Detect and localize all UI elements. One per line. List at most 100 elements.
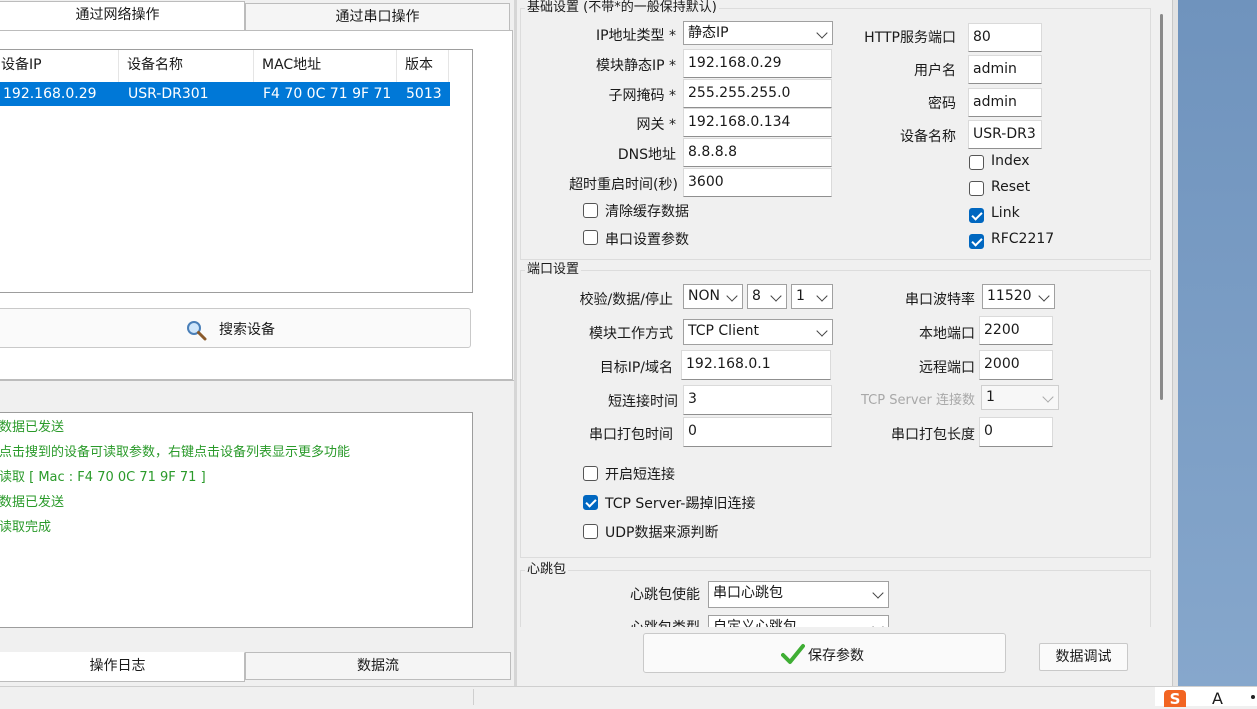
static-ip-label: 模块静态IP * <box>595 58 676 74</box>
mode-label: 模块工作方式 <box>589 326 673 342</box>
tcp-server-conn-value: 1 <box>986 389 995 405</box>
username-label: 用户名 <box>914 63 956 79</box>
link-label: Link <box>991 205 1020 221</box>
reset-checkbox[interactable] <box>969 181 984 196</box>
device-name-label: 设备名称 <box>900 129 956 145</box>
operation-log[interactable]: 数据已发送 点击搜到的设备可读取参数，右键点击设备列表显示更多功能 读取 [ M… <box>0 412 473 628</box>
chevron-down-icon <box>816 290 828 302</box>
short-conn-time-label: 短连接时间 <box>608 394 678 410</box>
rfc2217-checkbox[interactable] <box>969 234 984 249</box>
kick-old-checkbox[interactable] <box>583 495 598 510</box>
baud-select[interactable]: 11520 <box>982 284 1055 309</box>
chevron-down-icon <box>872 587 884 599</box>
target-field[interactable]: 192.168.0.1 <box>681 350 831 380</box>
heartbeat-enable-select[interactable]: 串口心跳包 <box>708 581 889 608</box>
chevron-down-icon <box>1038 290 1050 302</box>
log-line: 点击搜到的设备可读取参数，右键点击设备列表显示更多功能 <box>0 445 351 460</box>
gateway-field[interactable]: 192.168.0.134 <box>683 108 832 137</box>
ip-type-value: 静态IP <box>688 25 729 41</box>
heartbeat-type-select[interactable]: 自定义心跳包 <box>708 615 889 627</box>
data-debug-button[interactable]: 数据调试 <box>1039 643 1128 671</box>
remote-port-field[interactable]: 2000 <box>979 350 1053 380</box>
dns-field[interactable]: 8.8.8.8 <box>683 138 832 167</box>
username-field[interactable]: admin <box>968 55 1042 84</box>
tab-data-stream[interactable]: 数据流 <box>245 652 511 680</box>
port-settings-title: 端口设置 <box>525 262 582 278</box>
stop-bits-select[interactable]: 1 <box>791 284 833 309</box>
data-bits-value: 8 <box>752 288 761 304</box>
tab-network-operation[interactable]: 通过网络操作 <box>0 1 245 31</box>
port-settings-group <box>520 270 1151 558</box>
serial-params-label: 串口设置参数 <box>605 232 689 248</box>
scrollbar-thumb[interactable] <box>1160 14 1163 400</box>
parity-select[interactable]: NON <box>683 284 743 309</box>
col-header-ip[interactable]: 设备IP <box>0 50 119 82</box>
heartbeat-title: 心跳包 <box>525 562 569 578</box>
ip-type-select[interactable]: 静态IP <box>683 21 833 45</box>
tab-operation-log[interactable]: 操作日志 <box>0 652 245 682</box>
clear-cache-checkbox[interactable] <box>583 203 598 218</box>
save-params-label: 保存参数 <box>808 648 864 664</box>
vertical-scrollbar[interactable] <box>1157 8 1165 628</box>
pack-len-field[interactable]: 0 <box>979 417 1053 447</box>
local-port-field[interactable]: 2200 <box>979 316 1053 345</box>
short-conn-time-field[interactable]: 3 <box>683 385 832 415</box>
index-checkbox[interactable] <box>969 155 984 170</box>
link-checkbox[interactable] <box>969 208 984 223</box>
timeout-field[interactable]: 3600 <box>683 168 832 197</box>
pack-time-field[interactable]: 0 <box>683 417 832 447</box>
sogou-input-icon[interactable]: S <box>1164 690 1186 708</box>
cell-name: USR-DR301 <box>128 86 209 102</box>
device-name-field[interactable]: USR-DR3 <box>968 120 1042 149</box>
chevron-down-icon <box>872 621 884 627</box>
chevron-down-icon <box>1042 391 1054 403</box>
heartbeat-type-value: 自定义心跳包 <box>713 619 797 627</box>
status-bar <box>0 686 1160 706</box>
tcp-server-conn-label: TCP Server 连接数 <box>861 393 975 408</box>
log-line: 读取完成 <box>0 520 52 535</box>
baud-value: 11520 <box>987 288 1032 304</box>
data-bits-select[interactable]: 8 <box>747 284 787 309</box>
device-list[interactable]: 设备IP 设备名称 MAC地址 版本 192.168.0.29 USR-DR30… <box>0 49 473 293</box>
desktop-background <box>1178 0 1257 686</box>
tcp-server-conn-select[interactable]: 1 <box>981 385 1059 410</box>
password-field[interactable]: admin <box>968 88 1042 117</box>
index-label: Index <box>991 153 1030 169</box>
basic-settings-group <box>520 8 1151 260</box>
rfc2217-label: RFC2217 <box>991 231 1055 247</box>
http-port-field[interactable]: 80 <box>968 23 1042 52</box>
save-params-button[interactable]: 保存参数 <box>643 633 1006 673</box>
serial-params-checkbox[interactable] <box>583 230 598 245</box>
tray-dot-icon <box>1251 695 1255 699</box>
mode-select[interactable]: TCP Client <box>683 319 833 345</box>
kick-old-label: TCP Server-踢掉旧连接 <box>605 496 756 512</box>
search-device-button[interactable]: 搜索设备 <box>0 308 471 348</box>
cell-version: 5013 <box>406 86 442 102</box>
static-ip-field[interactable]: 192.168.0.29 <box>683 49 832 78</box>
col-header-mac[interactable]: MAC地址 <box>254 50 397 82</box>
pack-len-label: 串口打包长度 <box>891 427 975 443</box>
target-label: 目标IP/域名 <box>599 360 673 376</box>
short-conn-checkbox[interactable] <box>583 466 598 481</box>
chevron-down-icon <box>770 290 782 302</box>
heartbeat-type-label: 心跳包类型 <box>577 617 700 627</box>
col-header-name[interactable]: 设备名称 <box>119 50 254 82</box>
search-button-label: 搜索设备 <box>219 322 275 338</box>
log-line: 数据已发送 <box>0 495 65 510</box>
basic-settings-title: 基础设置 (不带*的一般保持默认) <box>525 0 719 16</box>
parity-label: 校验/数据/停止 <box>579 292 673 308</box>
input-mode-indicator[interactable]: A <box>1212 689 1223 708</box>
table-row[interactable]: 192.168.0.29 USR-DR301 F4 70 0C 71 9F 71… <box>0 82 450 106</box>
http-port-label: HTTP服务端口 <box>864 30 956 46</box>
dns-label: DNS地址 <box>617 147 676 163</box>
local-port-label: 本地端口 <box>919 326 975 342</box>
cell-mac: F4 70 0C 71 9F 71 <box>263 86 392 102</box>
ip-type-label: IP地址类型 * <box>595 28 676 44</box>
udp-check-checkbox[interactable] <box>583 524 598 539</box>
gateway-label: 网关 * <box>636 117 676 133</box>
clear-cache-label: 清除缓存数据 <box>605 204 689 220</box>
col-header-version[interactable]: 版本 <box>397 50 449 82</box>
status-divider <box>473 689 474 705</box>
subnet-field[interactable]: 255.255.255.0 <box>683 79 832 108</box>
tab-serial-operation[interactable]: 通过串口操作 <box>245 3 510 31</box>
